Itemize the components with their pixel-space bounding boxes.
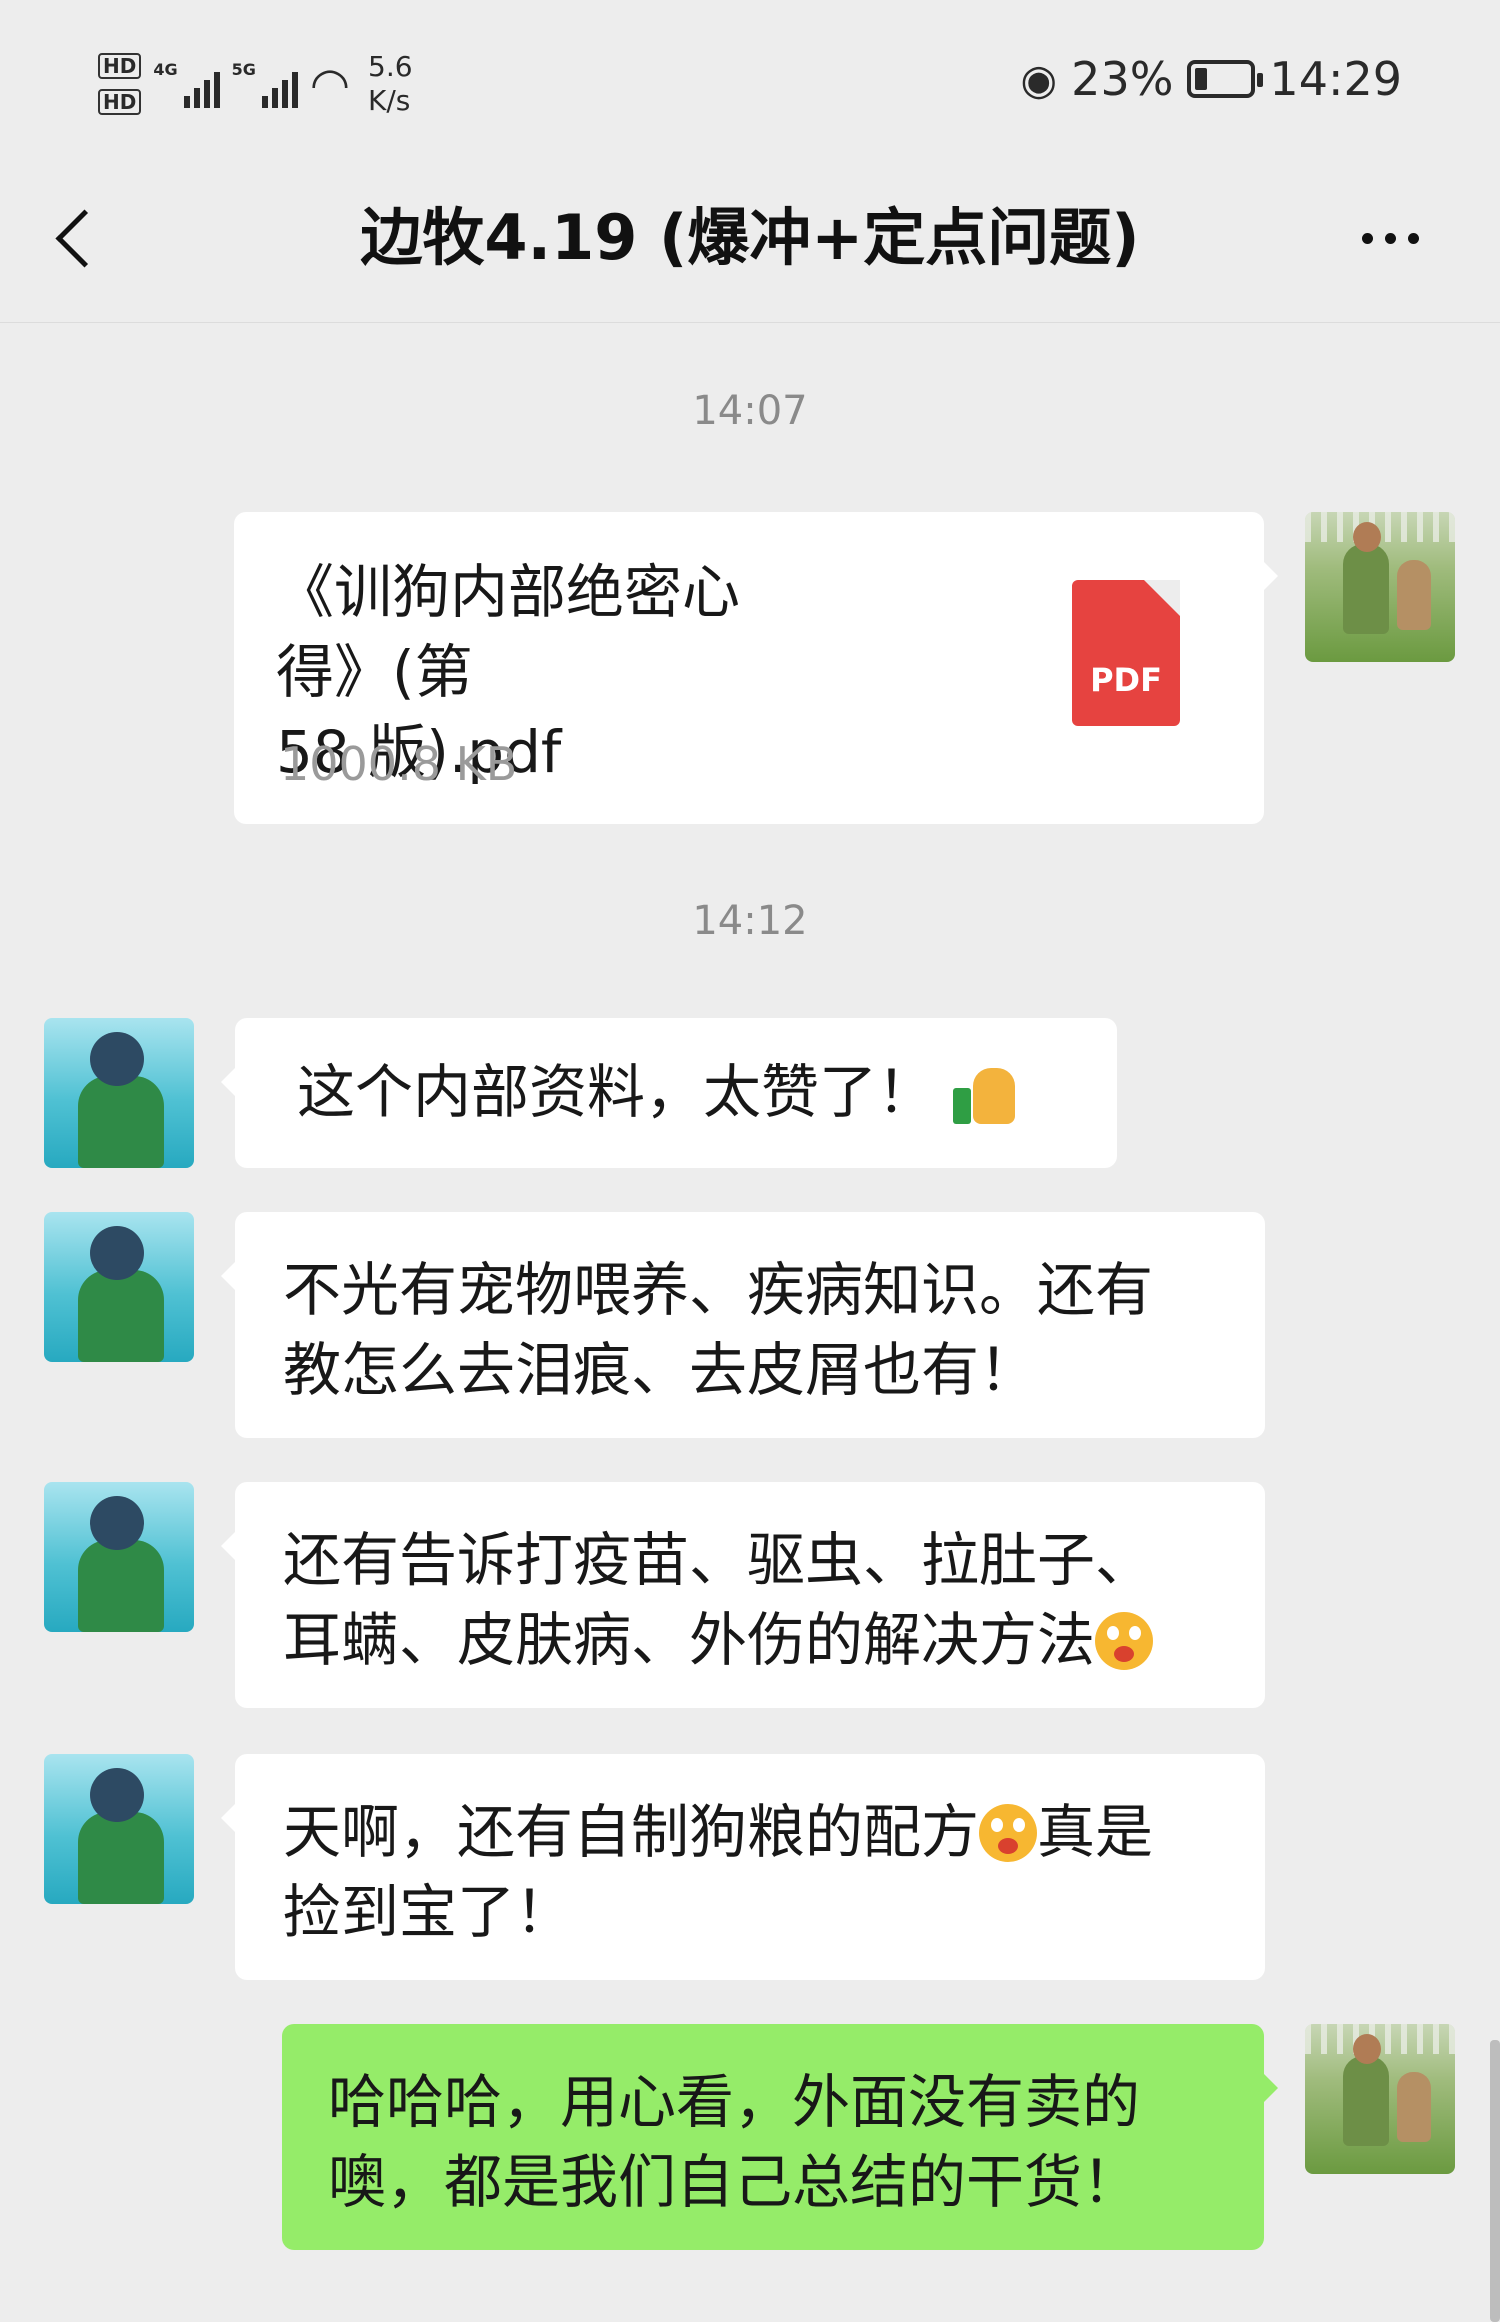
battery-percent: 23%: [1071, 52, 1174, 106]
message-text: 捡到宝了！: [283, 1878, 574, 1946]
battery-icon: [1187, 60, 1264, 98]
status-bar-left: HD HD 4G 5G ◠ 5.6 K/s: [98, 44, 413, 124]
chat-header: 边牧4.19 (爆冲+定点问题): [0, 170, 1500, 323]
status-bar-right: ◉ 23% 14:29: [1021, 52, 1402, 106]
status-bar: HD HD 4G 5G ◠ 5.6 K/s ◉ 23% 14:29: [0, 0, 1500, 170]
file-message[interactable]: 《训狗内部绝密心得》(第 58 版).pdf 1000.8 KB PDF: [234, 512, 1278, 824]
message-text: 还有告诉打疫苗、驱虫、拉肚子、 耳螨、皮肤病、外伤的解决方法: [283, 1526, 1154, 1674]
message-text: 天啊，还有自制狗粮的配方: [283, 1798, 980, 1866]
message-text: 真是: [1037, 1798, 1154, 1866]
hd-indicators: HD HD: [98, 53, 142, 115]
eye-comfort-icon: ◉: [1020, 54, 1058, 104]
my-avatar[interactable]: [1305, 512, 1455, 662]
text-message[interactable]: 不光有宠物喂养、疾病知识。还有 教怎么去泪痕、去皮屑也有！: [221, 1212, 1265, 1438]
message-text: 不光有宠物喂养、疾病知识。还有 教怎么去泪痕、去皮屑也有！: [283, 1256, 1154, 1404]
contact-avatar[interactable]: [44, 1754, 194, 1904]
signal-icon-sim2: 5G: [232, 60, 298, 108]
pdf-file-icon: PDF: [1072, 580, 1180, 726]
text-message[interactable]: 还有告诉打疫苗、驱虫、拉肚子、 耳螨、皮肤病、外伤的解决方法: [221, 1482, 1265, 1708]
text-message[interactable]: 这个内部资料，太赞了！: [221, 1018, 1117, 1168]
surprised-emoji-icon: [1095, 1612, 1154, 1670]
wifi-icon: ◠: [309, 57, 351, 111]
text-message[interactable]: 天啊，还有自制狗粮的配方 真是 捡到宝了！: [221, 1754, 1265, 1980]
contact-avatar[interactable]: [44, 1018, 194, 1168]
chat-title: 边牧4.19 (爆冲+定点问题): [360, 201, 1140, 274]
signal-icon-sim1: 4G: [153, 60, 220, 108]
surprised-emoji-icon: [979, 1804, 1038, 1862]
pdf-icon-label: PDF: [1090, 661, 1162, 699]
more-options-icon[interactable]: [1350, 198, 1430, 278]
battery-level: [1195, 68, 1208, 90]
speed-value: 5.6: [368, 50, 413, 83]
network-type-sim2: 5G: [231, 60, 256, 79]
message-text: 这个内部资料，太赞了！: [297, 1058, 936, 1126]
hd-icon-sim2: HD: [98, 89, 142, 115]
timestamp: 14:12: [692, 898, 808, 944]
file-size: 1000.8 KB: [280, 737, 518, 791]
speed-unit: K/s: [368, 84, 411, 117]
thumbs-up-emoji-icon: [953, 1060, 1017, 1124]
my-text-message[interactable]: 哈哈哈，用心看，外面没有卖的 噢，都是我们自己总结的干货！: [282, 2024, 1278, 2250]
message-text: 哈哈哈，用心看，外面没有卖的 噢，都是我们自己总结的干货！: [328, 2068, 1141, 2216]
clock: 14:29: [1269, 52, 1402, 106]
contact-avatar[interactable]: [44, 1212, 194, 1362]
my-avatar[interactable]: [1305, 2024, 1455, 2174]
hd-icon-sim1: HD: [98, 53, 142, 79]
contact-avatar[interactable]: [44, 1482, 194, 1632]
back-icon[interactable]: [50, 198, 110, 278]
scrollbar[interactable]: [1490, 2040, 1500, 2322]
network-type-sim1: 4G: [153, 60, 178, 79]
network-speed: 5.6 K/s: [368, 50, 413, 118]
timestamp: 14:07: [692, 388, 808, 434]
